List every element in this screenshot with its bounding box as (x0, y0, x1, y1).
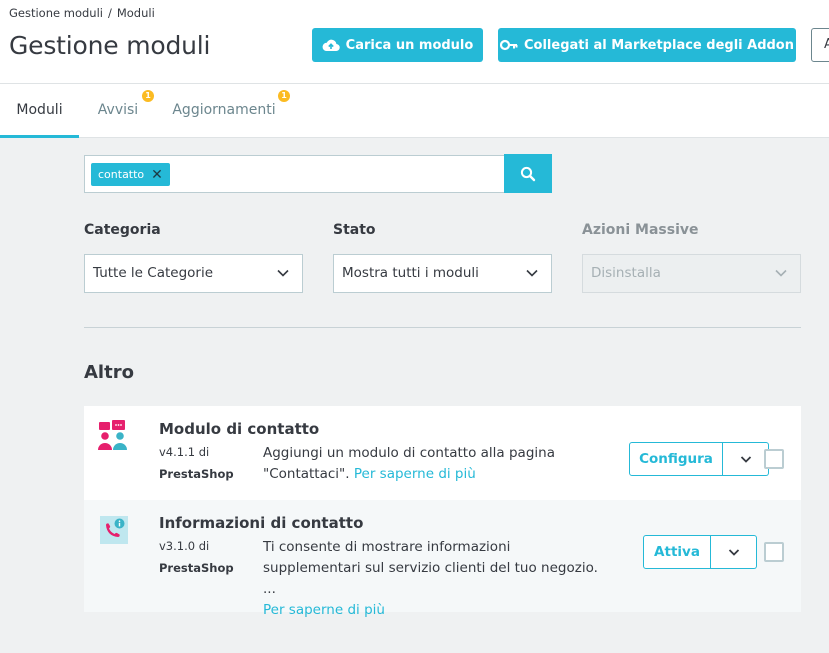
module-version: v4.1.1 di (159, 445, 210, 459)
configure-button[interactable]: Configura (629, 442, 723, 476)
section-title: Altro (84, 362, 134, 383)
marketplace-connect-button[interactable]: Collegati al Marketplace degli Addon (498, 28, 796, 62)
chevron-down-icon (728, 549, 739, 556)
key-icon (500, 39, 518, 51)
category-select-value: Tutte le Categorie (93, 265, 214, 281)
upload-module-label: Carica un modulo (345, 37, 474, 53)
category-filter-label: Categoria (84, 222, 161, 238)
read-more-link[interactable]: Per saperne di più (263, 602, 385, 618)
aggiornamenti-count-badge: 1 (278, 90, 290, 102)
chevron-down-icon (526, 269, 538, 277)
breadcrumb-item-moduli[interactable]: Moduli (117, 6, 155, 20)
extra-toolbar-button[interactable]: A (811, 28, 829, 62)
page-title: Gestione moduli (9, 31, 211, 60)
search-icon (520, 166, 536, 181)
module-select-checkbox[interactable] (764, 542, 784, 562)
module-row: Modulo di contatto v4.1.1 di PrestaShop … (84, 406, 801, 500)
bulk-actions-select: Disinstalla (582, 254, 801, 293)
search-tag: contatto ✕ (91, 163, 170, 186)
status-select-value: Mostra tutti i moduli (342, 265, 479, 281)
activate-button[interactable]: Attiva (643, 535, 711, 569)
module-action-group: Attiva (643, 535, 757, 569)
status-filter-label: Stato (333, 222, 376, 238)
close-icon[interactable]: ✕ (151, 168, 163, 182)
read-more-link[interactable]: Per saperne di più (354, 466, 476, 482)
breadcrumb-separator: / (107, 6, 112, 20)
module-author: PrestaShop (159, 467, 234, 481)
avvisi-count-badge: 1 (142, 90, 154, 102)
marketplace-connect-label: Collegati al Marketplace degli Addon (524, 37, 794, 53)
module-select-checkbox[interactable] (764, 449, 784, 469)
tab-aggiornamenti[interactable]: Aggiornamenti (165, 84, 283, 138)
module-name: Modulo di contatto (159, 420, 320, 438)
status-select[interactable]: Mostra tutti i moduli (333, 254, 552, 293)
module-action-group: Configura (629, 442, 769, 476)
chevron-down-icon (740, 456, 751, 463)
module-author: PrestaShop (159, 561, 234, 575)
breadcrumb: Gestione moduli / Moduli (9, 6, 155, 20)
category-select[interactable]: Tutte le Categorie (84, 254, 303, 293)
tab-moduli[interactable]: Moduli (0, 84, 79, 138)
breadcrumb-item-gestione[interactable]: Gestione moduli (9, 6, 103, 20)
module-description-text: Ti consente di mostrare informazioni sup… (263, 539, 598, 597)
module-description: Aggiungi un modulo di contatto alla pagi… (263, 443, 608, 485)
upload-module-button[interactable]: Carica un modulo (312, 28, 483, 62)
chevron-down-icon (775, 269, 787, 277)
search-tag-label: contatto (98, 168, 145, 181)
cloud-upload-icon (322, 39, 340, 52)
bulk-actions-value: Disinstalla (591, 265, 661, 281)
module-search-input[interactable]: contatto ✕ (84, 155, 505, 193)
contact-info-icon (100, 516, 128, 544)
module-row: Informazioni di contatto v3.1.0 di Prest… (84, 500, 801, 618)
tab-avvisi-label: Avvisi (97, 102, 139, 118)
filters-divider (84, 327, 801, 328)
module-description: Ti consente di mostrare informazioni sup… (263, 537, 608, 621)
tab-aggiornamenti-label: Aggiornamenti (172, 102, 276, 118)
action-dropdown-toggle[interactable] (723, 442, 769, 476)
search-button[interactable] (504, 154, 552, 193)
module-version: v3.1.0 di (159, 539, 210, 553)
bulk-actions-label: Azioni Massive (582, 222, 699, 238)
module-name: Informazioni di contatto (159, 514, 364, 532)
chevron-down-icon (277, 269, 289, 277)
contact-form-icon (98, 420, 127, 450)
action-dropdown-toggle[interactable] (711, 535, 757, 569)
module-tabs: Moduli Avvisi 1 Aggiornamenti 1 (0, 84, 829, 138)
page-header: Gestione moduli / Moduli Gestione moduli C… (0, 0, 829, 84)
